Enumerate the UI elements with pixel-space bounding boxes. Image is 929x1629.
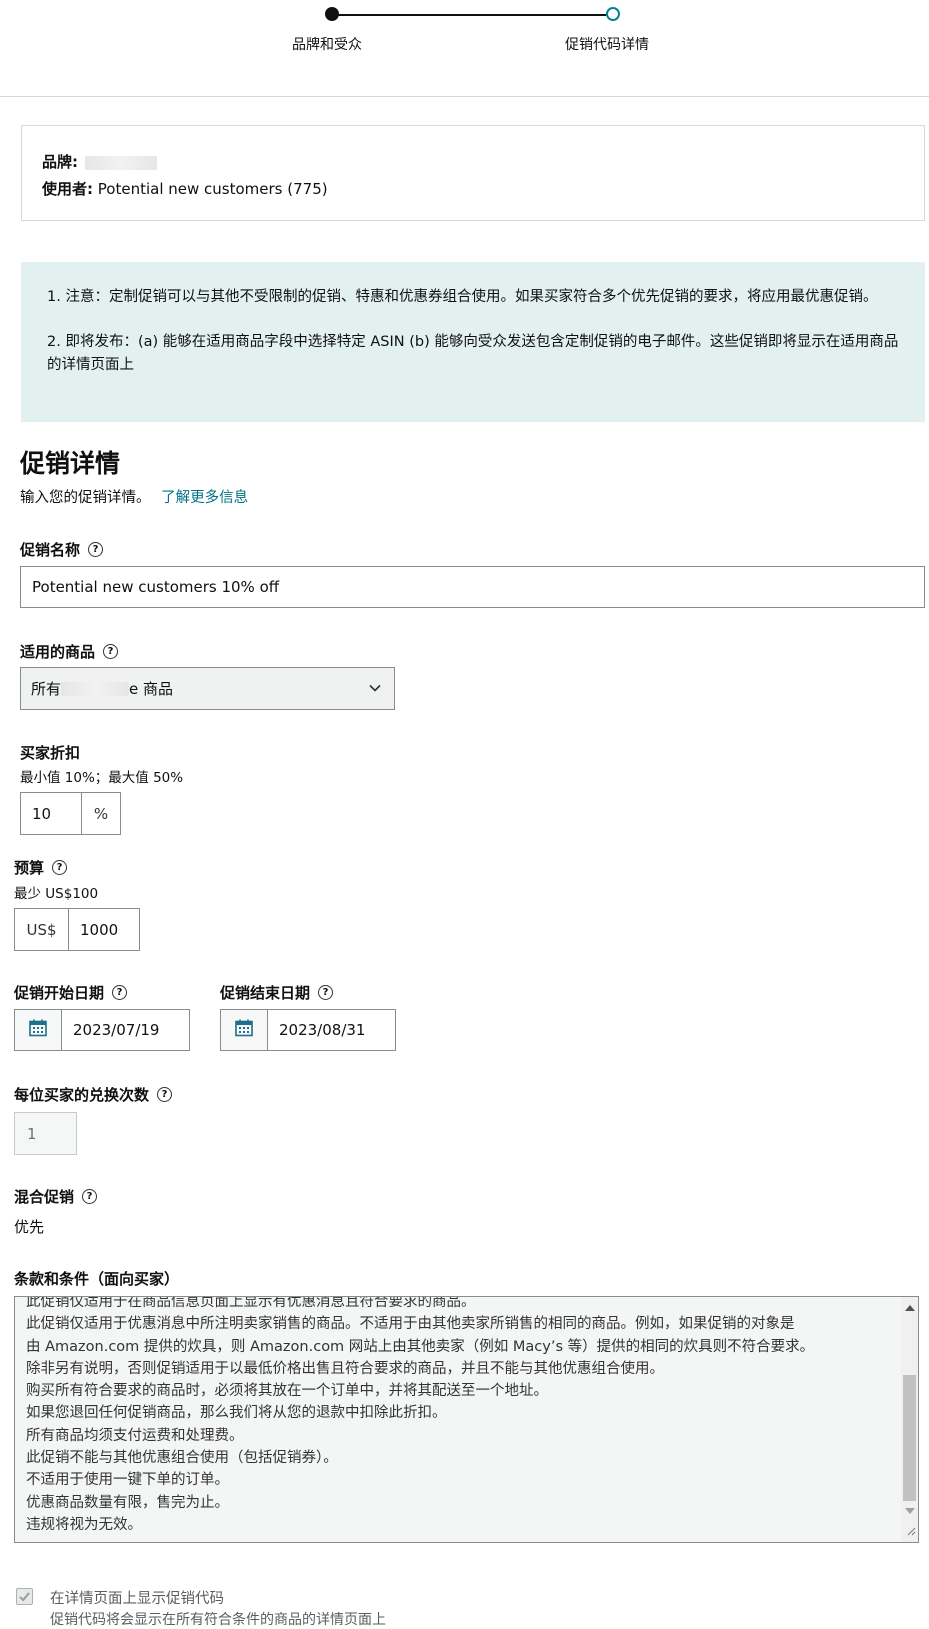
- discount-hint: 最小值 10%；最大值 50%: [20, 770, 184, 786]
- applicable-items-label: 适用的商品 ?: [20, 641, 119, 662]
- terms-line: 此促销仅适用于优惠消息中所注明卖家销售的商品。不适用于由其他卖家所销售的相同的商…: [26, 1316, 795, 1333]
- budget-label: 预算 ?: [14, 857, 68, 878]
- selection-summary: 品牌: 使用者: Potential new customers (775): [21, 125, 925, 221]
- end-date-label-text: 促销结束日期: [220, 984, 311, 1002]
- terms-line: 所有商品均须支付运费和处理费。: [26, 1427, 244, 1444]
- show-code-hint: 促销代码将会显示在所有符合条件的商品的详情页面上: [50, 1612, 386, 1628]
- redemptions-label-text: 每位买家的兑换次数: [14, 1086, 150, 1104]
- stepper-line: [333, 14, 613, 16]
- step-label-brand-audience: 品牌和受众: [292, 37, 362, 53]
- help-icon[interactable]: ?: [112, 985, 128, 1000]
- start-date-label-text: 促销开始日期: [14, 984, 105, 1002]
- discount-label: 买家折扣: [20, 742, 80, 763]
- stacking-value: 优先: [14, 1218, 45, 1236]
- learn-more-link[interactable]: 了解更多信息: [161, 490, 248, 506]
- scroll-thumb[interactable]: [903, 1375, 916, 1501]
- end-date-label: 促销结束日期 ?: [220, 982, 334, 1003]
- show-code-checkbox[interactable]: [16, 1588, 33, 1605]
- stacking-label-text: 混合促销: [14, 1188, 75, 1206]
- help-icon[interactable]: ?: [157, 1087, 173, 1102]
- section-title: 促销详情: [20, 449, 121, 478]
- currency-symbol: US$: [26, 920, 57, 939]
- start-date-input[interactable]: 2023/07/19: [61, 1009, 190, 1051]
- progress-stepper: 品牌和受众 促销代码详情: [0, 0, 929, 96]
- discount-label-text: 买家折扣: [20, 744, 81, 762]
- top-divider: [0, 96, 929, 97]
- terms-line: 优惠商品数量有限，售完为止。: [26, 1494, 229, 1511]
- step-dot-current: [606, 7, 620, 21]
- start-date-value: 2023/07/19: [73, 1021, 160, 1039]
- redemptions-label: 每位买家的兑换次数 ?: [14, 1084, 173, 1105]
- applicable-value-suffix: e 商品: [129, 680, 174, 698]
- promo-name-label: 促销名称 ?: [20, 539, 104, 560]
- budget-hint: 最少 US$100: [14, 886, 99, 902]
- promo-name-label-text: 促销名称: [20, 541, 81, 559]
- discount-value: 10: [32, 804, 52, 823]
- help-icon[interactable]: ?: [52, 860, 68, 875]
- budget-value: 1000: [80, 920, 119, 939]
- terms-content: 此促销仅适用于在商品信息页面上显示有优惠消息且符合要求的商品。 此促销仅适用于优…: [26, 1296, 896, 1536]
- applicable-value-prefix: 所有: [31, 680, 62, 698]
- scroll-up-arrow[interactable]: [905, 1305, 915, 1311]
- terms-label-text: 条款和条件（面向买家）: [14, 1270, 180, 1288]
- terms-line: 不适用于使用一键下单的订单。: [26, 1472, 229, 1489]
- redemptions-value: 1: [27, 1124, 37, 1143]
- calendar-icon: [28, 1018, 48, 1042]
- applicable-items-select[interactable]: 所有 e 商品: [20, 667, 395, 710]
- terms-scrollbar[interactable]: [901, 1297, 918, 1542]
- discount-input[interactable]: 10: [20, 792, 82, 835]
- checkmark-icon: [19, 1592, 30, 1602]
- terms-line: 购买所有符合要求的商品时，必须将其放在一个订单中，并将其配送至一个地址。: [26, 1383, 548, 1400]
- budget-input[interactable]: 1000: [68, 908, 140, 951]
- brand-line: 品牌:: [42, 151, 157, 172]
- notice-box: 1. 注意：定制促销可以与其他不受限制的促销、特惠和优惠券组合使用。如果买家符合…: [21, 262, 925, 422]
- percent-symbol: %: [93, 804, 109, 823]
- end-date-calendar-button[interactable]: [220, 1009, 268, 1051]
- calendar-icon: [234, 1018, 254, 1042]
- start-date-label: 促销开始日期 ?: [14, 982, 128, 1003]
- redemptions-input: 1: [14, 1112, 77, 1155]
- terms-textarea[interactable]: 此促销仅适用于在商品信息页面上显示有优惠消息且符合要求的商品。 此促销仅适用于优…: [14, 1296, 919, 1543]
- promo-name-value: Potential new customers 10% off: [32, 578, 280, 596]
- terms-line: 如果您退回任何促销商品，那么我们将从您的退款中扣除此折扣。: [26, 1405, 447, 1422]
- percent-addon: %: [81, 792, 121, 835]
- resize-grip-icon[interactable]: [905, 1521, 916, 1540]
- scroll-down-arrow[interactable]: [905, 1508, 915, 1514]
- applicable-items-label-text: 适用的商品: [20, 643, 96, 661]
- help-icon[interactable]: ?: [88, 542, 104, 557]
- help-icon[interactable]: ?: [82, 1189, 98, 1204]
- terms-label: 条款和条件（面向买家）: [14, 1268, 179, 1289]
- budget-label-text: 预算: [14, 859, 45, 877]
- notice-item-1: 1. 注意：定制促销可以与其他不受限制的促销、特惠和优惠券组合使用。如果买家符合…: [47, 289, 878, 305]
- audience-value: Potential new customers (775): [97, 180, 328, 198]
- applicable-value-redacted: [61, 681, 130, 696]
- terms-line: 由 Amazon.com 提供的炊具，则 Amazon.com 网站上由其他卖家…: [26, 1338, 815, 1355]
- step-dot-complete: [325, 7, 339, 21]
- promo-name-input[interactable]: Potential new customers 10% off: [20, 566, 925, 608]
- terms-line: 此促销仅适用于在商品信息页面上显示有优惠消息且符合要求的商品。: [26, 1296, 476, 1310]
- terms-line: 除非另有说明，否则促销适用于以最低价格出售且符合要求的商品，并且不能与其他优惠组…: [26, 1360, 664, 1377]
- audience-line: 使用者: Potential new customers (775): [42, 178, 328, 199]
- subtitle-text: 输入您的促销详情。: [20, 490, 151, 506]
- brand-value-redacted: [84, 155, 157, 170]
- audience-label: 使用者:: [42, 180, 93, 198]
- chevron-down-icon: [368, 681, 382, 699]
- section-subtitle: 输入您的促销详情。 了解更多信息: [20, 486, 248, 507]
- help-icon[interactable]: ?: [318, 985, 334, 1000]
- end-date-input[interactable]: 2023/08/31: [267, 1009, 396, 1051]
- currency-addon: US$: [14, 908, 69, 951]
- show-code-label: 在详情页面上显示促销代码: [50, 1591, 224, 1607]
- terms-line: 此促销不能与其他优惠组合使用（包括促销券）。: [26, 1450, 338, 1467]
- help-icon[interactable]: ?: [103, 644, 119, 659]
- terms-line: 违规将视为无效。: [26, 1516, 142, 1533]
- notice-item-2: 2. 即将发布：(a) 能够在适用商品字段中选择特定 ASIN (b) 能够向受…: [47, 334, 899, 373]
- step-label-promo-details: 促销代码详情: [565, 37, 649, 53]
- end-date-value: 2023/08/31: [279, 1021, 366, 1039]
- brand-label: 品牌:: [42, 153, 78, 171]
- stacking-label: 混合促销 ?: [14, 1186, 98, 1207]
- start-date-calendar-button[interactable]: [14, 1009, 62, 1051]
